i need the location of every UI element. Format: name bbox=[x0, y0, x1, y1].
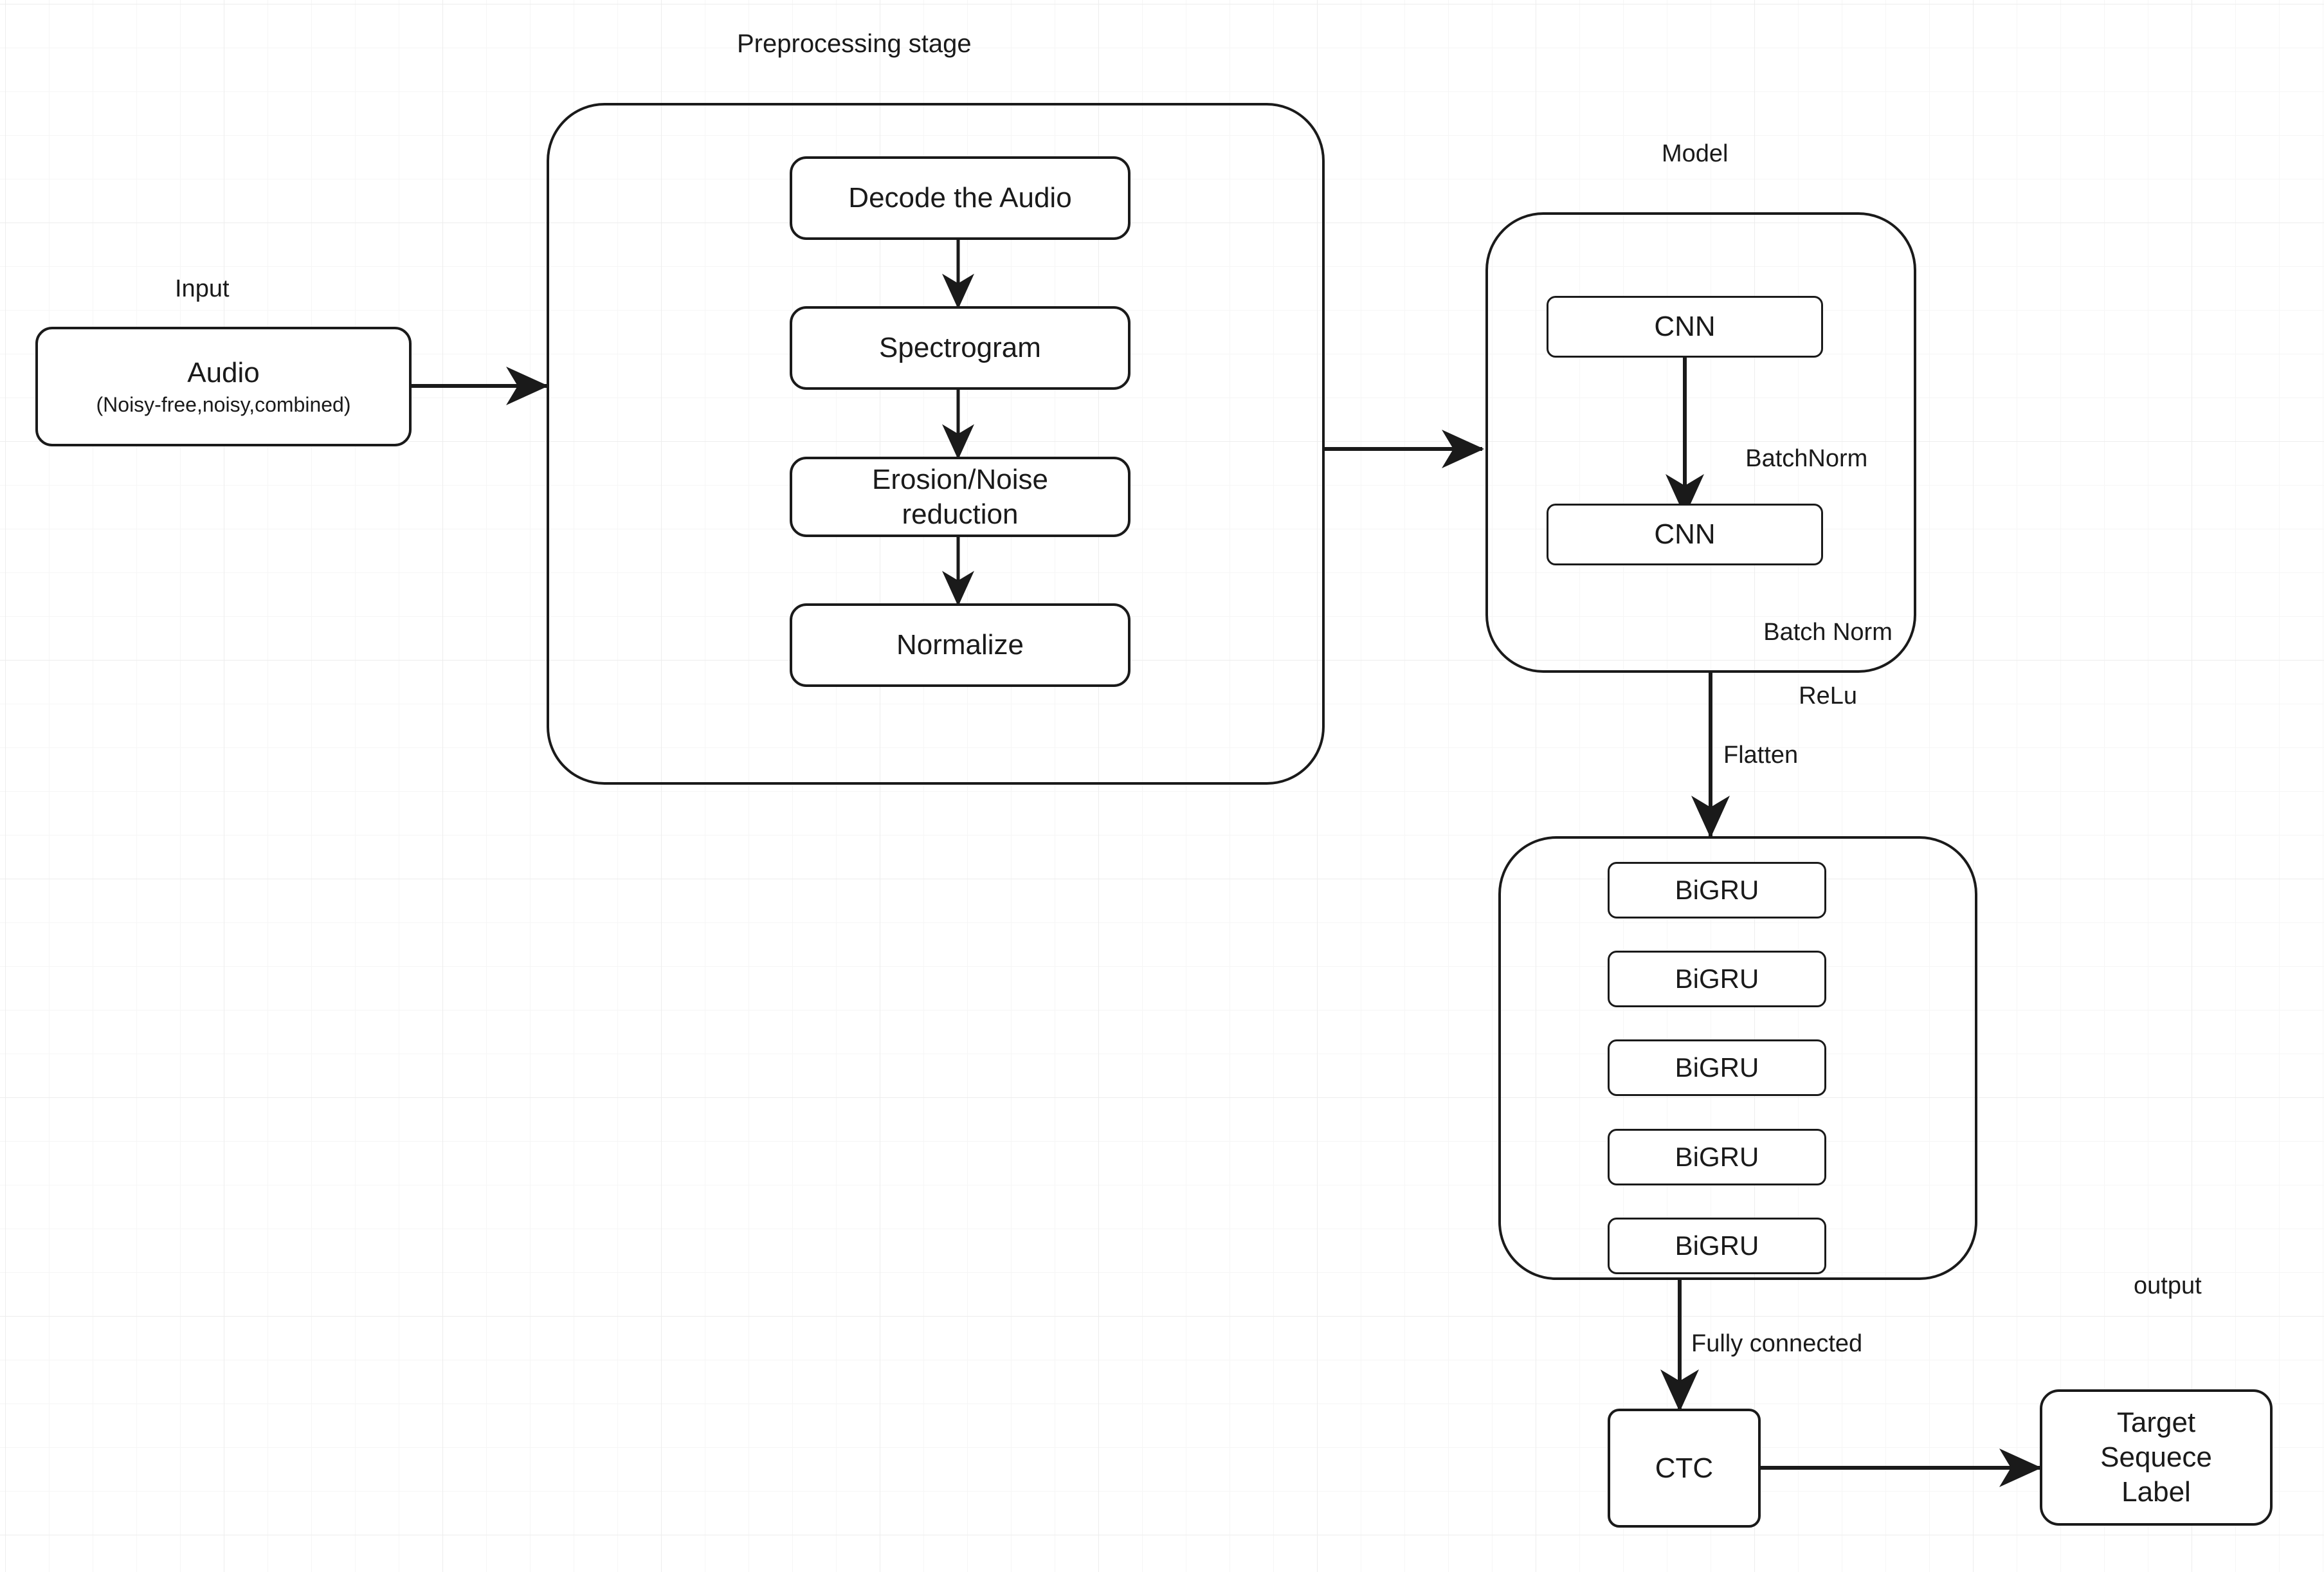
input-audio-subtitle: (Noisy-free,noisy,combined) bbox=[96, 393, 351, 417]
rnn-layer-bigru-2[interactable]: BiGRU bbox=[1608, 951, 1826, 1007]
caption-flatten: Flatten bbox=[1723, 742, 1799, 769]
caption-input: Input bbox=[175, 275, 230, 302]
model-layer-cnn-1[interactable]: CNN bbox=[1547, 296, 1823, 358]
erosion-noise-line-2: reduction bbox=[902, 498, 1019, 530]
preprocessing-step-spectrogram[interactable]: Spectrogram bbox=[790, 306, 1130, 390]
caption-model: Model bbox=[1662, 140, 1729, 167]
output-line-3: Label bbox=[2121, 1476, 2191, 1508]
preprocessing-step-erosion-noise-reduction[interactable]: Erosion/Noise reduction bbox=[790, 457, 1130, 537]
output-target-sequence-label-node[interactable]: Target Sequece Label bbox=[2040, 1389, 2273, 1526]
rnn-layer-bigru-4[interactable]: BiGRU bbox=[1608, 1129, 1826, 1185]
caption-preprocessing-stage: Preprocessing stage bbox=[737, 30, 972, 58]
rnn-layer-bigru-3[interactable]: BiGRU bbox=[1608, 1039, 1826, 1096]
input-audio-title: Audio bbox=[187, 356, 260, 388]
rnn-layer-bigru-1[interactable]: BiGRU bbox=[1608, 862, 1826, 919]
preprocessing-step-normalize[interactable]: Normalize bbox=[790, 603, 1130, 687]
preprocessing-step-decode-the-audio[interactable]: Decode the Audio bbox=[790, 156, 1130, 240]
diagram-canvas: Preprocessing stage Input Model output B… bbox=[0, 0, 2324, 1572]
output-line-2: Sequece bbox=[2100, 1441, 2212, 1474]
caption-output: output bbox=[2134, 1272, 2202, 1299]
relu-label-2: ReLu bbox=[1799, 682, 1857, 710]
model-container bbox=[1485, 212, 1916, 673]
rnn-layer-bigru-5[interactable]: BiGRU bbox=[1608, 1218, 1826, 1274]
erosion-noise-line-1: Erosion/Noise bbox=[872, 463, 1048, 495]
input-audio-node[interactable]: Audio (Noisy-free,noisy,combined) bbox=[35, 327, 412, 446]
model-layer-cnn-2[interactable]: CNN bbox=[1547, 504, 1823, 565]
caption-fully-connected: Fully connected bbox=[1691, 1330, 1863, 1357]
ctc-node[interactable]: CTC bbox=[1608, 1409, 1761, 1528]
output-line-1: Target bbox=[2116, 1407, 2196, 1439]
